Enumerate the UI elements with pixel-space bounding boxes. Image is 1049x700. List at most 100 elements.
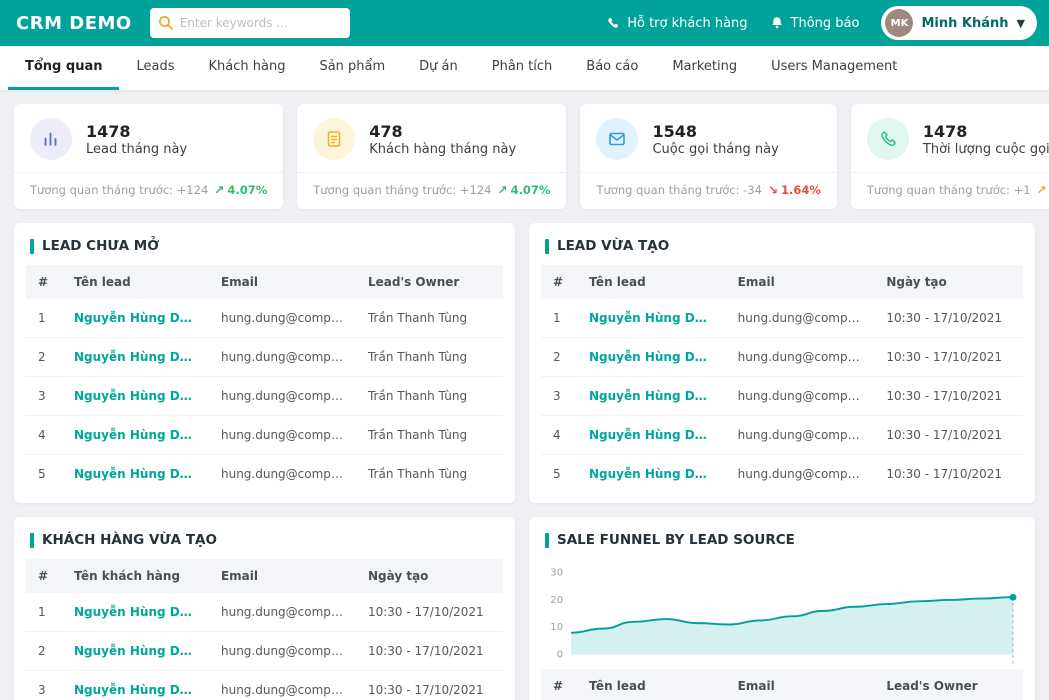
cell: 2 bbox=[540, 337, 577, 377]
trend-up-icon: ↗ bbox=[497, 183, 508, 197]
user-menu[interactable]: MK Minh Khánh ▼ bbox=[881, 6, 1037, 40]
crm-dashboard: CRM DEMO Hỗ trợ khách hàng Thông báo MK … bbox=[0, 0, 1049, 700]
trend-badge: ↗ 4.07% bbox=[497, 183, 551, 197]
cell: Trần Thanh Tùng bbox=[355, 376, 503, 416]
document-icon bbox=[313, 118, 356, 160]
cell: hung.dung@company.com bbox=[220, 467, 356, 481]
record-link[interactable]: Nguyễn Hùng Dũng bbox=[576, 337, 726, 377]
column-header: Tên khách hàng bbox=[62, 559, 209, 593]
record-link[interactable]: Nguyễn Hùng Dũng bbox=[62, 337, 209, 377]
customer-new-table: # Tên khách hàng Email Ngày tạo 1 Nguyễn Hùng… bbox=[14, 559, 515, 700]
tab-sản-phẩm[interactable]: Sản phẩm bbox=[302, 46, 402, 90]
table-row: 4Nguyễn Hùng Dũnghung.dung@company.com10… bbox=[540, 415, 1023, 455]
cell: Trần Thanh Tùng bbox=[355, 415, 503, 455]
cell: hung.dung@company.com bbox=[725, 337, 875, 377]
column-header: Tên lead bbox=[576, 265, 726, 299]
stat-value: 1478 bbox=[922, 121, 968, 141]
sale-funnel-chart: 0 10 20 30 bbox=[529, 559, 1035, 669]
stat-compare: Tương quan tháng trước: +1 ↗0.00% bbox=[850, 172, 1049, 197]
tab-leads[interactable]: Leads bbox=[119, 46, 191, 90]
title-bar bbox=[30, 238, 34, 254]
trend-up-icon: ↗ bbox=[214, 183, 225, 197]
search-input[interactable] bbox=[149, 8, 350, 38]
tab-dự-án[interactable]: Dự án bbox=[402, 46, 475, 90]
table-row: 4Nguyễn Hùng Dũnghung.dung@company.comTr… bbox=[26, 415, 503, 455]
topbar-right: Hỗ trợ khách hàng Thông báo MK Minh Khán… bbox=[606, 6, 1037, 40]
table-row: 5 Nguyễn Hùng Dũng hung.dung@company.com 10… bbox=[541, 455, 1023, 494]
tab-phân-tích[interactable]: Phân tích bbox=[475, 46, 570, 90]
phone-icon bbox=[608, 17, 619, 28]
stat-compare: Tương quan tháng trước: +124 ↗ 4.07% bbox=[14, 172, 284, 197]
column-header: Lead's Owner bbox=[874, 669, 1023, 700]
column-header: Email bbox=[725, 265, 875, 299]
trend-badge: ↗ 4.07% bbox=[214, 183, 268, 197]
panel-sale-funnel: SALE FUNNEL BY LEAD SOURCE 0 10 20 30 # Tên … bbox=[528, 517, 1035, 700]
support-label: Hỗ trợ khách hàng bbox=[627, 15, 748, 31]
lead-open-table: # Tên lead Email Lead's Owner 1 Nguyễn Hùng D… bbox=[14, 265, 515, 503]
trend-badge: ↗0.00% bbox=[1037, 183, 1049, 197]
data-table: # Tên khách hàng Email Ngày tạo 1 Nguyễn Hùng… bbox=[26, 559, 503, 700]
stat-card-leads: 1478 Lead tháng này Tương quan tháng trư… bbox=[14, 104, 284, 209]
record-link[interactable]: Nguyễn Hùng Dũng bbox=[62, 455, 209, 494]
lead-new-table: # Tên lead Email Ngày tạo 1 Nguyễn Hùng Dũng h… bbox=[529, 265, 1035, 503]
user-name: Minh Khánh bbox=[921, 15, 1009, 31]
record-link[interactable]: Nguyễn Hùng Dũng bbox=[576, 415, 726, 455]
data-table: #Tên leadEmailLead's Owner1Nguyễn Hùng D… bbox=[26, 265, 503, 493]
table-row: 3Nguyễn Hùng Dũnghung.dung@company.com10… bbox=[26, 670, 503, 700]
record-link[interactable]: Nguyễn Hùng Dũng bbox=[577, 455, 726, 494]
cell: 5 bbox=[38, 467, 46, 481]
record-link[interactable]: Nguyễn Hùng Dũng bbox=[62, 631, 209, 671]
panel-title: LEAD VỪA TẠO bbox=[529, 223, 1035, 265]
cell: hung.dung@company.com bbox=[725, 299, 875, 338]
tab-marketing[interactable]: Marketing bbox=[655, 46, 754, 90]
cell: 10:30 - 17/10/2021 bbox=[874, 337, 1023, 377]
panel-title: LEAD CHƯA MỞ bbox=[14, 223, 515, 265]
tab-users-management[interactable]: Users Management bbox=[754, 46, 914, 90]
cell: Trần Thanh Tùng bbox=[367, 467, 468, 481]
brand-logo[interactable]: CRM DEMO bbox=[16, 13, 132, 34]
tab-tổng-quan[interactable]: Tổng quan bbox=[8, 46, 120, 90]
record-link[interactable]: Nguyễn Hùng Dũng bbox=[62, 299, 209, 338]
cell: hung.dung@company.com bbox=[208, 631, 356, 671]
phone-icon bbox=[866, 118, 909, 160]
cell: 1 bbox=[540, 299, 577, 338]
cell: 10:30 - 17/10/2021 bbox=[874, 415, 1023, 455]
main-nav: Tổng quan Leads Khách hàng Sản phẩm Dự án Phâ… bbox=[0, 46, 1049, 90]
tab-khách-hàng[interactable]: Khách hàng bbox=[192, 46, 303, 90]
support-link[interactable]: Hỗ trợ khách hàng bbox=[606, 15, 748, 31]
cell: hung.dung@company.com bbox=[208, 299, 356, 338]
svg-text:0: 0 bbox=[557, 650, 563, 661]
notifications-link[interactable]: Thông báo bbox=[770, 16, 859, 31]
search-box bbox=[149, 8, 350, 38]
trend-down-icon: ↘ bbox=[767, 183, 778, 197]
table-row: 5 Nguyễn Hùng Dũng hung.dung@company.com Tr… bbox=[26, 455, 503, 494]
cell: 2 bbox=[26, 631, 62, 671]
record-link[interactable]: Nguyễn Hùng Dũng bbox=[62, 376, 209, 416]
table-row: 1Nguyễn Hùng Dũnghung.dung@company.com10… bbox=[26, 593, 503, 632]
cell: 3 bbox=[26, 670, 62, 700]
stat-card-customers: 478 Khách hàng tháng này Tương quan thán… bbox=[297, 104, 567, 209]
data-table: #Tên leadEmailLead's Owner1Nguyễn Hùng D… bbox=[540, 669, 1023, 700]
column-header: Email bbox=[208, 559, 356, 593]
column-header: # bbox=[540, 669, 577, 700]
cell: 10:30 - 17/10/2021 bbox=[874, 376, 1023, 416]
title-bar bbox=[30, 532, 34, 548]
cell: 2 bbox=[26, 337, 62, 377]
table-row: 2Nguyễn Hùng Dũnghung.dung@company.comTr… bbox=[26, 337, 503, 377]
cell: 10:30 - 17/10/2021 bbox=[355, 593, 503, 632]
data-table: # Tên lead Email Ngày tạo 1 Nguyễn Hùng Dũng h… bbox=[540, 265, 1023, 494]
record-link[interactable]: Nguyễn Hùng Dũng bbox=[62, 415, 209, 455]
record-link[interactable]: Nguyễn Hùng Dũng bbox=[576, 299, 726, 338]
stat-label: Thời lượng cuộc gọi tháng bbox=[922, 141, 1049, 157]
record-link[interactable]: Nguyễn Hùng Dũng bbox=[62, 670, 209, 700]
bar-chart-icon bbox=[30, 118, 72, 160]
tab-báo-cáo[interactable]: Báo cáo bbox=[569, 46, 655, 90]
stat-value: 478 bbox=[369, 121, 403, 141]
cell: hung.dung@company.com bbox=[208, 376, 356, 416]
stat-label: Lead tháng này bbox=[86, 141, 188, 157]
avatar: MK bbox=[885, 9, 914, 37]
trend-flat-icon: ↗ bbox=[1036, 183, 1047, 197]
record-link[interactable]: Nguyễn Hùng Dũng bbox=[62, 593, 209, 632]
record-link[interactable]: Nguyễn Hùng Dũng bbox=[576, 376, 726, 416]
stat-label: Cuộc gọi tháng này bbox=[652, 141, 779, 157]
